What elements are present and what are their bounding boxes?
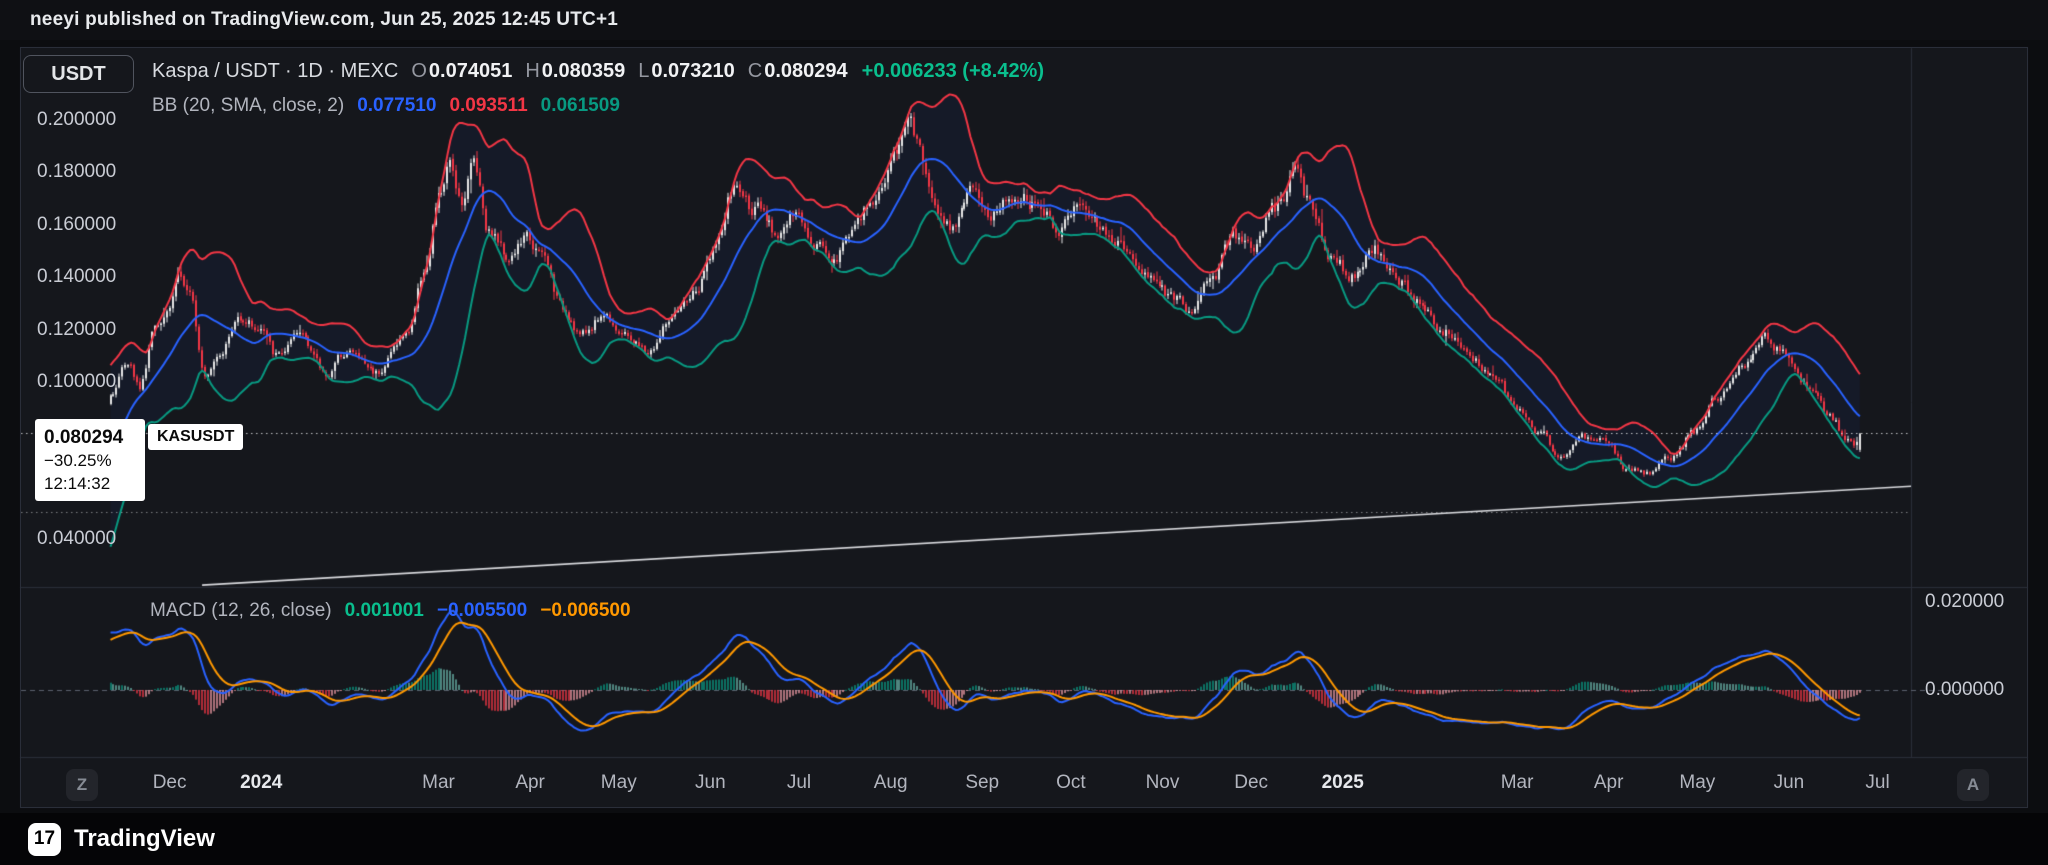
footer-bar: 17 TradingView	[0, 813, 2048, 865]
macd-indicator-legend[interactable]: MACD (12, 26, close) 0.001001 −0.005500 …	[150, 600, 631, 622]
macd-line-value: −0.005500	[437, 600, 527, 622]
ohlc-low-label: L	[638, 60, 649, 83]
tradingview-logo-icon[interactable]: 17	[28, 823, 61, 856]
corner-z-button[interactable]: Z	[66, 769, 98, 801]
last-price-change-pct: −30.25%	[44, 450, 136, 472]
macd-indicator-title[interactable]: MACD (12, 26, close)	[150, 600, 332, 622]
tradingview-logo-glyph: 17	[34, 828, 55, 850]
ohlc-low-value: 0.073210	[651, 60, 734, 83]
ohlc-high-label: H	[525, 60, 539, 83]
ohlc-open-value: 0.074051	[429, 60, 512, 83]
macd-histogram-value: 0.001001	[345, 600, 424, 622]
symbol-legend[interactable]: Kaspa / USDT · 1D · MEXC O0.074051 H0.08…	[152, 60, 1044, 83]
last-price-value: 0.080294	[44, 425, 136, 450]
corner-a-button[interactable]: A	[1957, 769, 1989, 801]
macd-signal-value: −0.006500	[540, 600, 630, 622]
ohlc-high-value: 0.080359	[542, 60, 625, 83]
bar-countdown: 12:14:32	[44, 473, 136, 495]
ohlc-close-value: 0.080294	[764, 60, 847, 83]
price-change-value: +0.006233 (+8.42%)	[862, 60, 1044, 83]
attribution-bar: neeyi published on TradingView.com, Jun …	[0, 0, 2048, 40]
symbol-title[interactable]: Kaspa / USDT · 1D · MEXC	[152, 60, 398, 83]
bb-lower-value: 0.061509	[541, 95, 620, 117]
tradingview-wordmark[interactable]: TradingView	[74, 825, 215, 853]
attribution-text: neeyi published on TradingView.com, Jun …	[30, 9, 618, 31]
bb-indicator-legend[interactable]: BB (20, SMA, close, 2) 0.077510 0.093511…	[152, 95, 620, 117]
bb-upper-value: 0.093511	[449, 95, 527, 117]
bb-indicator-title[interactable]: BB (20, SMA, close, 2)	[152, 95, 344, 117]
last-price-badge: 0.080294 −30.25% 12:14:32	[35, 419, 145, 501]
tradingview-snapshot-page: neeyi published on TradingView.com, Jun …	[0, 0, 2048, 865]
ohlc-close-label: C	[748, 60, 762, 83]
ohlc-open-label: O	[411, 60, 427, 83]
currency-button[interactable]: USDT	[23, 55, 134, 93]
price-chart-canvas[interactable]	[0, 0, 2048, 865]
bb-basis-value: 0.077510	[357, 95, 436, 117]
symbol-price-label: KASUSDT	[148, 424, 243, 450]
